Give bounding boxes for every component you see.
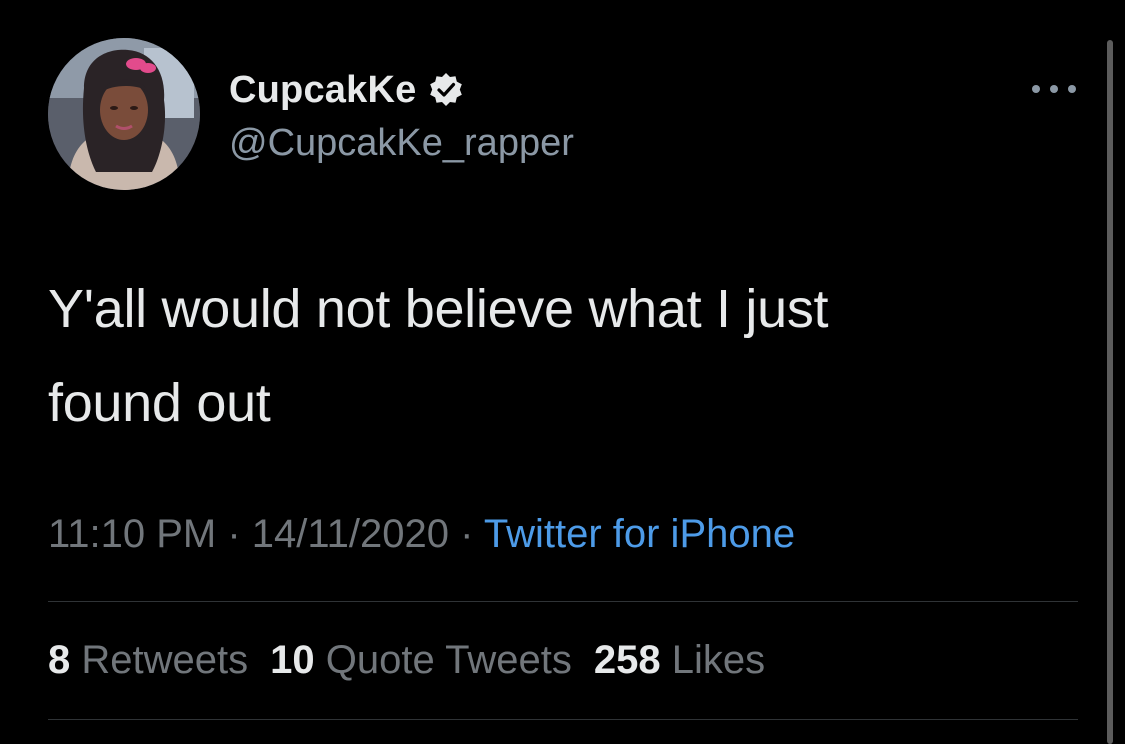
divider (48, 601, 1078, 602)
verified-badge-icon (430, 73, 463, 106)
avatar-image (48, 38, 200, 190)
display-name[interactable]: CupcakKe (229, 69, 416, 112)
quote-tweets-count: 10 (270, 638, 315, 682)
tweet-detail-screen: CupcakKe @CupcakKe_rapper Y'all would no… (0, 0, 1125, 744)
tweet-metadata: 11:10 PM · 14/11/2020 · Twitter for iPho… (48, 512, 795, 557)
retweets-count: 8 (48, 638, 71, 682)
likes-count: 258 (593, 638, 661, 682)
likes-stat[interactable]: 258 Likes (594, 638, 765, 682)
meta-separator: · (216, 512, 252, 556)
user-handle[interactable]: @CupcakKe_rapper (229, 122, 574, 165)
quote-tweets-stat[interactable]: 10 Quote Tweets (270, 638, 572, 682)
scrollbar-thumb[interactable] (1107, 40, 1113, 744)
retweets-label: Retweets (81, 638, 249, 682)
quote-tweets-label: Quote Tweets (325, 638, 572, 682)
avatar[interactable] (48, 38, 200, 190)
divider (48, 719, 1078, 720)
tweet-stats: 8 Retweets 10 Quote Tweets 258 Likes (48, 638, 787, 683)
likes-label: Likes (671, 638, 766, 682)
meta-separator: · (449, 512, 484, 556)
name-row: CupcakKe (229, 68, 464, 112)
tweet-text: Y'all would not believe what I just foun… (48, 279, 829, 433)
tweet-header: CupcakKe @CupcakKe_rapper (48, 38, 1078, 198)
tweet-source-link[interactable]: Twitter for iPhone (484, 512, 795, 556)
tweet-time[interactable]: 11:10 PM (48, 512, 216, 556)
more-options-icon[interactable] (1030, 82, 1078, 96)
scrollbar[interactable] (1104, 0, 1116, 744)
retweets-stat[interactable]: 8 Retweets (48, 638, 248, 682)
tweet-date[interactable]: 14/11/2020 (252, 512, 449, 556)
